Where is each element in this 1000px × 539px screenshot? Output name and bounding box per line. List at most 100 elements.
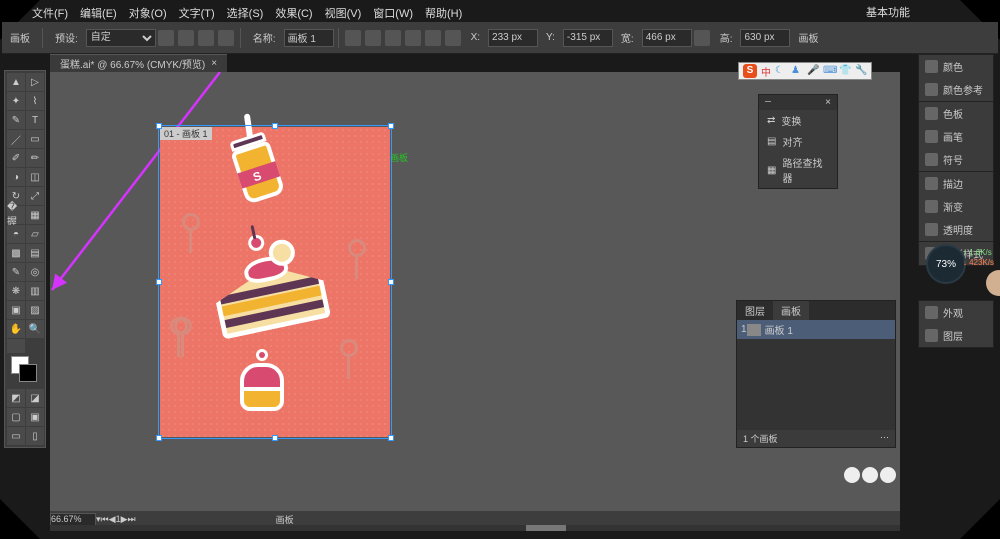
pen-tool-icon[interactable]: ✎: [7, 111, 25, 129]
person-icon[interactable]: ♟: [791, 65, 803, 77]
type-tool-icon[interactable]: T: [26, 111, 44, 129]
status-mode[interactable]: 画板: [276, 513, 294, 526]
ime-lang[interactable]: 中: [761, 64, 771, 79]
scrollbar-thumb[interactable]: [526, 525, 566, 531]
dock-stroke[interactable]: 描边: [919, 172, 993, 195]
moon-icon[interactable]: ☾: [775, 65, 787, 77]
paintbrush-tool-icon[interactable]: ✐: [7, 149, 25, 167]
y-input[interactable]: [563, 29, 613, 47]
menu-view[interactable]: 视图(V): [323, 4, 364, 22]
tab-artboards[interactable]: 画板: [773, 301, 809, 320]
draw-normal-icon[interactable]: ▢: [7, 408, 25, 426]
nav-last-icon[interactable]: ⏭: [128, 514, 136, 525]
dock-brushes[interactable]: 画笔: [919, 125, 993, 148]
menu-file[interactable]: 文件(F): [30, 4, 70, 22]
column-graph-tool-icon[interactable]: ▥: [26, 282, 44, 300]
nav-next-icon[interactable]: ▶: [121, 514, 128, 525]
tab-layers[interactable]: 图层: [737, 301, 773, 320]
mesh-tool-icon[interactable]: ▩: [7, 244, 25, 262]
menu-edit[interactable]: 编辑(E): [78, 4, 119, 22]
align-icon-3[interactable]: [405, 30, 421, 46]
dock-transparency[interactable]: 透明度: [919, 218, 993, 241]
dock-color-guide[interactable]: 颜色参考: [919, 78, 993, 101]
user-avatar[interactable]: [986, 270, 1000, 296]
perf-gauge[interactable]: 73%: [926, 244, 966, 284]
artboard[interactable]: S 01 - 画板 1 画板: [160, 127, 390, 437]
toggle-fill-stroke-icon[interactable]: [7, 339, 25, 353]
new-artboard-icon[interactable]: [198, 30, 214, 46]
dock-swatches[interactable]: 色板: [919, 102, 993, 125]
delete-artboard-icon[interactable]: [218, 30, 234, 46]
lasso-tool-icon[interactable]: ⌇: [26, 92, 44, 110]
close-tab-icon[interactable]: ×: [211, 58, 217, 69]
free-transform-tool-icon[interactable]: ▦: [26, 206, 44, 224]
dock-gradient[interactable]: 渐变: [919, 195, 993, 218]
handle-mr[interactable]: [388, 279, 394, 285]
orientation-landscape-icon[interactable]: [178, 30, 194, 46]
artboard-options-button[interactable]: 画板: [790, 30, 826, 45]
horizontal-scrollbar[interactable]: [50, 525, 900, 531]
handle-tr[interactable]: [388, 123, 394, 129]
change-screen-icon[interactable]: ▯: [26, 427, 44, 445]
shape-builder-tool-icon[interactable]: ◓: [7, 225, 25, 243]
selection-bounding-box[interactable]: [158, 125, 392, 439]
handle-bm[interactable]: [272, 435, 278, 441]
sogou-icon[interactable]: S: [743, 64, 757, 78]
nav-prev-icon[interactable]: ◀: [109, 514, 116, 525]
panel-close-icon[interactable]: ×: [825, 97, 831, 108]
artboard-list-item[interactable]: 1 画板 1: [737, 320, 895, 339]
transform-panel[interactable]: ┄× ⇄变换 ▤对齐 ▦路径查找器: [758, 94, 838, 189]
rectangle-tool-icon[interactable]: ▭: [26, 130, 44, 148]
document-tab[interactable]: 蛋糕.ai* @ 66.67% (CMYK/预览) ×: [50, 54, 227, 72]
panel-grip-icon[interactable]: ┄: [765, 97, 771, 108]
transform-row[interactable]: ⇄变换: [759, 110, 837, 131]
hand-tool-icon[interactable]: ✋: [7, 320, 25, 338]
screen-mode-icon[interactable]: ▭: [7, 427, 25, 445]
pathfinder-row[interactable]: ▦路径查找器: [759, 152, 837, 188]
artboards-panel[interactable]: 图层 画板 1 画板 1 1 个画板 ⋯: [736, 300, 896, 448]
orientation-portrait-icon[interactable]: [158, 30, 174, 46]
gradient-tool-icon[interactable]: ▤: [26, 244, 44, 262]
dock-color[interactable]: 颜色: [919, 55, 993, 78]
h-input[interactable]: [740, 29, 790, 47]
menu-window[interactable]: 窗口(W): [371, 4, 415, 22]
w-input[interactable]: [642, 29, 692, 47]
width-tool-icon[interactable]: �握: [7, 206, 25, 224]
blob-brush-tool-icon[interactable]: ◑: [7, 168, 25, 186]
link-wh-icon[interactable]: [694, 30, 710, 46]
eyedropper-tool-icon[interactable]: ✎: [7, 263, 25, 281]
artboard-name-input[interactable]: [284, 29, 334, 47]
moveart-icon[interactable]: [345, 30, 361, 46]
handle-tl[interactable]: [156, 123, 162, 129]
dock-symbols[interactable]: 符号: [919, 148, 993, 171]
panel-options-icon[interactable]: ⋯: [880, 432, 889, 445]
direct-selection-tool-icon[interactable]: ▷: [26, 73, 44, 91]
magic-wand-tool-icon[interactable]: ✦: [7, 92, 25, 110]
blend-tool-icon[interactable]: ◎: [26, 263, 44, 281]
menu-type[interactable]: 文字(T): [177, 4, 217, 22]
align-icon-4[interactable]: [425, 30, 441, 46]
gradient-mode-icon[interactable]: ◪: [26, 389, 44, 407]
fill-stroke-swatch[interactable]: [7, 354, 44, 388]
draw-behind-icon[interactable]: ▣: [26, 408, 44, 426]
handle-ml[interactable]: [156, 279, 162, 285]
pencil-tool-icon[interactable]: ✏: [26, 149, 44, 167]
x-input[interactable]: [488, 29, 538, 47]
ime-toolbar[interactable]: S 中 ☾ ♟ 🎤 ⌨ 👕 🔧: [738, 62, 872, 80]
preset-select[interactable]: 自定: [86, 29, 156, 47]
workspace-switcher[interactable]: 基本功能: [866, 4, 910, 20]
perspective-tool-icon[interactable]: ▱: [26, 225, 44, 243]
align-icon-1[interactable]: [365, 30, 381, 46]
shirt-icon[interactable]: 👕: [839, 65, 851, 77]
menu-help[interactable]: 帮助(H): [423, 4, 464, 22]
wrench-icon[interactable]: 🔧: [855, 65, 867, 77]
stroke-swatch-icon[interactable]: [19, 364, 37, 382]
eraser-tool-icon[interactable]: ◫: [26, 168, 44, 186]
reference-point-icon[interactable]: [445, 30, 461, 46]
align-icon-2[interactable]: [385, 30, 401, 46]
scale-tool-icon[interactable]: ⤢: [26, 187, 44, 205]
handle-br[interactable]: [388, 435, 394, 441]
zoom-tool-icon[interactable]: 🔍: [26, 320, 44, 338]
menu-object[interactable]: 对象(O): [127, 4, 169, 22]
symbol-sprayer-tool-icon[interactable]: ❋: [7, 282, 25, 300]
